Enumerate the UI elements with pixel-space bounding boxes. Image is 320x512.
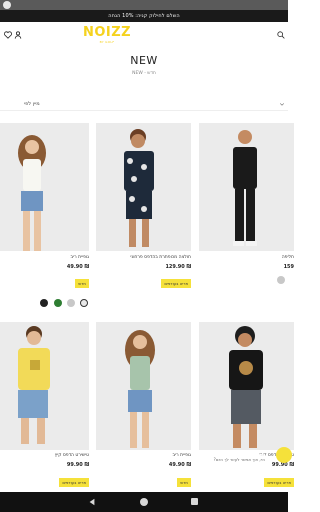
chat-tooltip: היי, איך אפשר לעזור לך היום? bbox=[208, 454, 268, 476]
product-image[interactable] bbox=[96, 322, 191, 450]
breadcrumb[interactable]: NEW - חדש bbox=[0, 71, 288, 76]
logo-subtext: BY GOLF bbox=[99, 40, 115, 44]
logo-text: NOIZZ bbox=[82, 25, 132, 40]
user-icon[interactable] bbox=[14, 31, 22, 39]
product-image[interactable] bbox=[0, 322, 89, 450]
search-icon[interactable] bbox=[277, 31, 285, 39]
product-image[interactable] bbox=[199, 322, 294, 450]
heart-icon[interactable] bbox=[4, 31, 12, 39]
product-badge: פריט בעודפים bbox=[59, 478, 89, 487]
product-name[interactable]: גופיית ריב bbox=[71, 255, 89, 260]
product-badge: פריט בעודפים bbox=[264, 478, 294, 487]
chat-bubble-icon[interactable] bbox=[276, 447, 292, 463]
color-swatch[interactable] bbox=[277, 276, 285, 284]
product-price: 99.90 ₪ bbox=[66, 462, 89, 468]
product-image[interactable] bbox=[199, 123, 294, 251]
product-price: 129.90 ₪ bbox=[165, 264, 191, 270]
product-image[interactable] bbox=[0, 123, 89, 251]
chevron-down-icon[interactable] bbox=[279, 101, 285, 107]
color-swatch-black[interactable] bbox=[40, 299, 48, 307]
color-swatch-green[interactable] bbox=[54, 299, 62, 307]
color-swatch-white[interactable] bbox=[80, 299, 88, 307]
product-badge: חדש bbox=[177, 478, 191, 487]
home-icon[interactable] bbox=[140, 498, 148, 506]
android-nav-bar bbox=[0, 492, 288, 512]
product-badge: חדש bbox=[75, 279, 89, 288]
status-bar bbox=[0, 0, 288, 10]
recent-apps-icon[interactable] bbox=[191, 498, 198, 505]
product-badge: פריט בעודפים bbox=[161, 279, 191, 288]
site-logo[interactable]: NOIZZ BY GOLF bbox=[80, 26, 134, 48]
ghost-icon bbox=[3, 1, 11, 9]
product-name[interactable]: חולצה מכופתרת בהדפס פרחוני bbox=[130, 255, 191, 260]
promo-banner[interactable]: השלם לחילוק קניה: 10% הנחה bbox=[0, 10, 288, 22]
product-name[interactable]: טישירט הדפס קיץ bbox=[55, 453, 89, 458]
product-name[interactable]: חליפה bbox=[282, 255, 294, 260]
product-price: 159 bbox=[283, 264, 294, 270]
back-icon[interactable] bbox=[88, 498, 96, 506]
product-price: 49.90 ₪ bbox=[168, 462, 191, 468]
divider bbox=[0, 110, 288, 111]
page-title: NEW bbox=[130, 54, 158, 67]
product-name[interactable]: גופיית ריב bbox=[173, 453, 191, 458]
filter-bar: מיין לפי bbox=[0, 98, 288, 112]
product-price: 49.90 ₪ bbox=[66, 264, 89, 270]
color-swatch-grey[interactable] bbox=[67, 299, 75, 307]
product-image[interactable] bbox=[96, 123, 191, 251]
site-header: NOIZZ BY GOLF bbox=[0, 22, 288, 50]
sort-dropdown[interactable]: מיין לפי bbox=[24, 101, 40, 107]
